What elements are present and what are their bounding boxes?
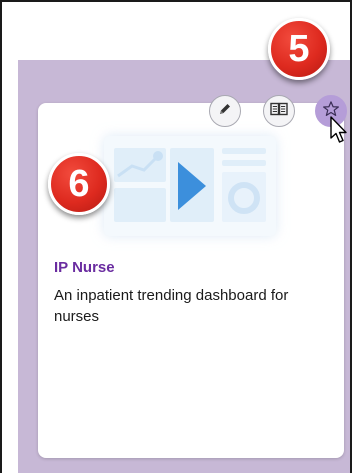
screenshot-frame: IP Nurse An inpatient trending dashboard…: [0, 0, 352, 473]
card-title[interactable]: IP Nurse: [54, 259, 115, 276]
dashboard-preview-image: [114, 148, 266, 222]
left-margin: [2, 2, 18, 473]
book-icon: [270, 102, 288, 121]
dashboard-thumbnail[interactable]: [104, 136, 276, 236]
edit-button[interactable]: [209, 95, 241, 127]
callout-badge-6: 6: [48, 153, 110, 215]
mouse-cursor-icon: [330, 116, 350, 151]
callout-badge-5: 5: [268, 18, 330, 80]
pencil-icon: [218, 102, 232, 121]
card-description: An inpatient trending dashboard for nurs…: [54, 287, 289, 325]
open-details-button[interactable]: [263, 95, 295, 127]
